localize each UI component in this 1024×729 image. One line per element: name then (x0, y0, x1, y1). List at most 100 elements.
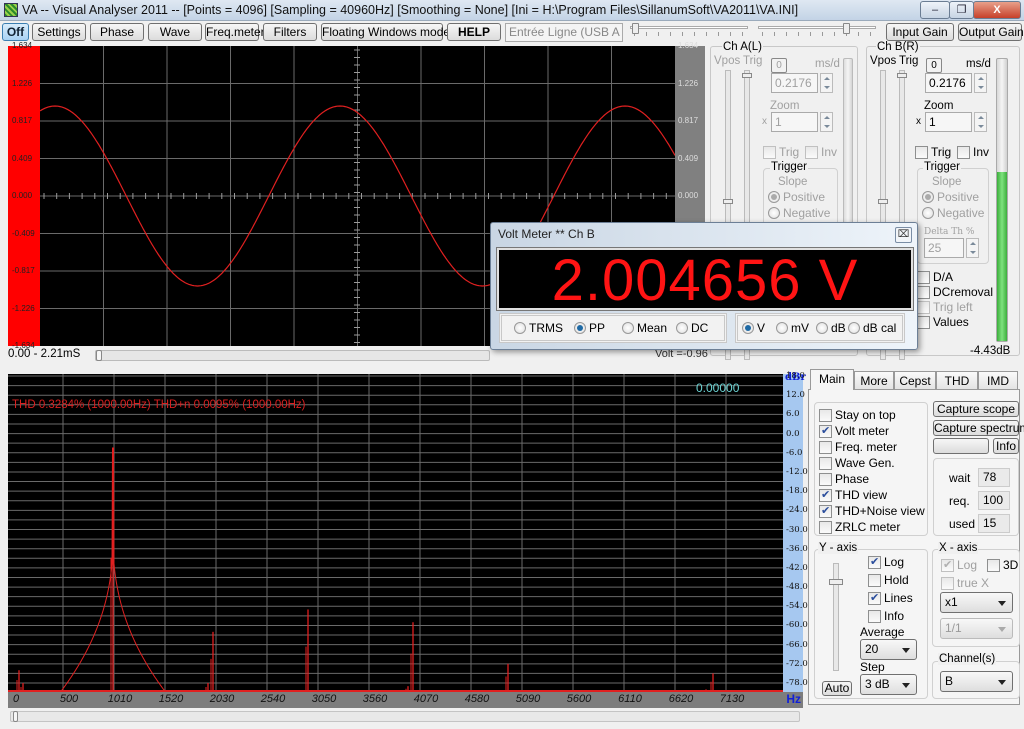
scrollbar-thumb[interactable] (13, 711, 18, 722)
slider-thumb[interactable] (723, 199, 733, 204)
option-thd+noise-view-checkbox[interactable]: THD+Noise view (819, 504, 925, 518)
x-3d-checkbox[interactable]: 3D (987, 558, 1018, 572)
x-ratio-dropdown[interactable]: 1/1 (940, 618, 1013, 639)
slider-thumb[interactable] (829, 579, 843, 585)
freq-meter-button[interactable]: Freq.meter (205, 23, 265, 41)
auto-button[interactable]: Auto (822, 681, 852, 696)
slider-thumb[interactable] (897, 73, 907, 78)
volt-meter-close-button[interactable]: ⌧ (895, 227, 912, 243)
option-thd-view-checkbox[interactable]: THD view (819, 488, 887, 502)
tab-cepst[interactable]: Cepst (894, 371, 936, 390)
ch-b-trig-checkbox[interactable]: Trig (915, 145, 951, 159)
capture-spectrum-button[interactable]: Capture spectrum (933, 420, 1024, 436)
x-zoom-dropdown[interactable]: x1 (940, 592, 1013, 613)
input-gain-button[interactable]: Input Gain (886, 23, 954, 41)
ch-b-positive-radio[interactable]: Positive (922, 190, 979, 204)
radio-label: V (757, 321, 766, 335)
ch-a-ms-spinner[interactable] (820, 73, 833, 93)
ch-b-ms-field[interactable]: 0.2176 (925, 73, 972, 93)
ch-b-negative-radio[interactable]: Negative (922, 206, 984, 220)
ch-a-ms-field[interactable]: 0.2176 (771, 73, 818, 93)
y-axis-slider[interactable] (829, 563, 843, 671)
ch-b-ms-spinner[interactable] (974, 73, 987, 93)
mode-radio-pp[interactable]: PP (574, 321, 605, 335)
slider-thumb[interactable] (632, 23, 639, 34)
mode-radio-dc[interactable]: DC (676, 321, 708, 335)
y-hold-checkbox[interactable]: Hold (868, 573, 909, 587)
slider-thumb[interactable] (742, 73, 752, 78)
option-wave-gen-checkbox[interactable]: Wave Gen. (819, 456, 895, 470)
ch-a-negative-radio[interactable]: Negative (768, 206, 830, 220)
option-volt-meter-checkbox[interactable]: Volt meter (819, 424, 889, 438)
radio-dot (622, 322, 634, 334)
zoom-label: Zoom (924, 100, 954, 112)
filters-button[interactable]: Filters (263, 23, 317, 41)
y-log-checkbox[interactable]: Log (868, 555, 904, 569)
blank-button[interactable] (933, 438, 989, 454)
settings-button[interactable]: Settings (32, 23, 86, 41)
wave-button[interactable]: Wave (148, 23, 202, 41)
spectrum-plot[interactable] (8, 374, 783, 692)
ch-a-zero-button[interactable]: 0 (771, 58, 787, 73)
close-button[interactable]: X (973, 1, 1021, 19)
option-stay-on-top-checkbox[interactable]: Stay on top (819, 408, 896, 422)
delta-th-field[interactable]: 25 (924, 238, 964, 258)
step-dropdown[interactable]: 3 dB (860, 674, 917, 695)
trig-left-checkbox[interactable]: Trig left (917, 300, 973, 314)
ch-b-inv-checkbox[interactable]: Inv (957, 145, 989, 159)
ch-a-inv-checkbox[interactable]: Inv (805, 145, 837, 159)
ch-a-zoom-field[interactable]: 1 (771, 112, 818, 132)
tab-main[interactable]: Main (810, 369, 854, 390)
tab-thd[interactable]: THD (936, 371, 978, 390)
tab-imd[interactable]: IMD (978, 371, 1018, 390)
help-button[interactable]: HELP (447, 23, 501, 41)
x-log-checkbox[interactable]: Log (941, 558, 977, 572)
off-button[interactable]: Off (2, 23, 29, 41)
unit-radio-db-cal[interactable]: dB cal (848, 321, 896, 335)
delta-th-spinner[interactable] (966, 238, 979, 258)
scrollbar-thumb[interactable] (96, 350, 102, 361)
info-button[interactable]: Info (993, 438, 1019, 454)
ch-a-trig-checkbox[interactable]: Trig (763, 145, 799, 159)
da-checkbox[interactable]: D/A (917, 270, 953, 284)
mode-radio-trms[interactable]: TRMS (514, 321, 563, 335)
checkbox-label: Volt meter (835, 424, 890, 438)
y-info-checkbox[interactable]: Info (868, 609, 904, 623)
channel-dropdown[interactable]: B (940, 671, 1013, 692)
floating-windows-button[interactable]: Floating Windows mode (321, 23, 450, 41)
values-checkbox[interactable]: Values (917, 315, 969, 329)
y-lines-checkbox[interactable]: Lines (868, 591, 913, 605)
dcremoval-checkbox[interactable]: DCremoval (917, 285, 993, 299)
true-x-checkbox[interactable]: true X (941, 576, 989, 590)
slider-thumb[interactable] (878, 199, 888, 204)
spectrum-scrollbar[interactable] (10, 711, 800, 722)
unit-radio-mv[interactable]: mV (776, 321, 809, 335)
trig-label: Trig (899, 55, 919, 67)
maximize-button[interactable]: ❐ (949, 1, 974, 19)
phase-button[interactable]: Phase (90, 23, 144, 41)
slope-label: Slope (778, 176, 808, 188)
minimize-button[interactable]: – (920, 1, 950, 19)
option-zrlc-meter-checkbox[interactable]: ZRLC meter (819, 520, 900, 534)
input-gain-slider-b[interactable] (758, 23, 876, 39)
ch-a-positive-radio[interactable]: Positive (768, 190, 825, 204)
unit-radio-db[interactable]: dB (816, 321, 846, 335)
input-device-select[interactable]: Entrée Ligne (USB A (505, 23, 623, 42)
ch-b-zoom-field[interactable]: 1 (925, 112, 972, 132)
spectrum-y-tick: -6.0 (786, 447, 803, 458)
capture-scope-button[interactable]: Capture scope (933, 401, 1019, 417)
ch-b-zero-button[interactable]: 0 (926, 58, 942, 73)
input-gain-slider-a[interactable] (630, 23, 748, 39)
option-freq-meter-checkbox[interactable]: Freq. meter (819, 440, 897, 454)
mode-radio-mean[interactable]: Mean (622, 321, 667, 335)
tab-more[interactable]: More (854, 371, 894, 390)
slider-thumb[interactable] (843, 23, 850, 34)
average-dropdown[interactable]: 20 (860, 639, 917, 660)
output-gain-button[interactable]: Output Gain (958, 23, 1024, 41)
ch-b-zoom-spinner[interactable] (974, 112, 987, 132)
ch-a-zoom-spinner[interactable] (820, 112, 833, 132)
unit-radio-v[interactable]: V (742, 321, 765, 335)
scope-scrollbar[interactable] (95, 350, 490, 361)
volt-meter-window[interactable]: Volt Meter ** Ch B ⌧ 2.004656 V TRMS PP Me… (490, 222, 918, 350)
option-phase-checkbox[interactable]: Phase (819, 472, 869, 486)
